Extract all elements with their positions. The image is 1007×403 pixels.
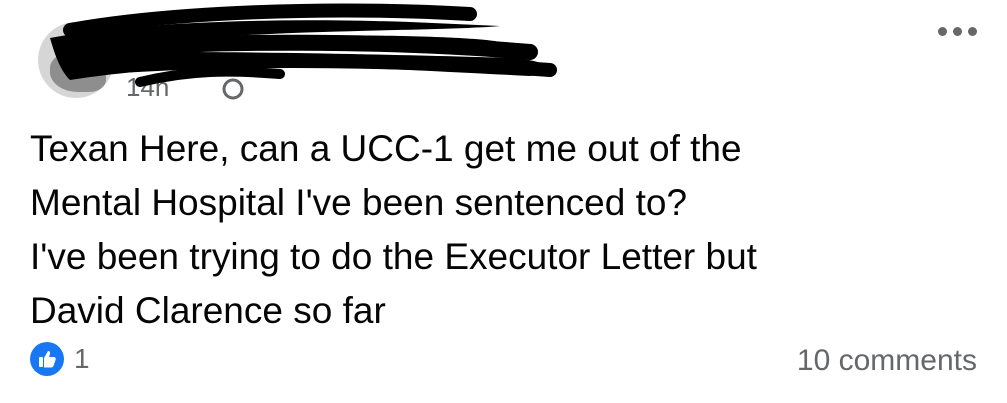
comments-count-link[interactable]: 10 comments [797, 344, 977, 378]
reactions-summary[interactable]: 1 [30, 342, 90, 376]
post-text-line: Mental Hospital I've been sentenced to? [30, 182, 688, 223]
post-timestamp[interactable]: 14h [126, 72, 169, 103]
more-options-button[interactable] [933, 16, 981, 46]
post-text-line: David Clarence so far [30, 290, 386, 331]
facebook-post: 14h Texan Here, can a UCC-1 get me out o… [0, 0, 1007, 403]
like-icon [30, 342, 64, 376]
avatar-image [50, 52, 106, 92]
post-text-line: Texan Here, can a UCC-1 get me out of th… [30, 128, 742, 169]
reaction-count: 1 [74, 343, 90, 374]
avatar[interactable] [38, 22, 114, 98]
more-options-icon [937, 26, 947, 36]
post-body: Texan Here, can a UCC-1 get me out of th… [30, 122, 980, 338]
post-footer: 1 10 comments [0, 336, 1007, 386]
more-options-dot [967, 26, 977, 36]
globe-icon [222, 78, 244, 100]
post-text-line: I've been trying to do the Executor Lett… [30, 236, 757, 277]
post-header: 14h [0, 0, 1007, 120]
more-options-dot [952, 26, 962, 36]
